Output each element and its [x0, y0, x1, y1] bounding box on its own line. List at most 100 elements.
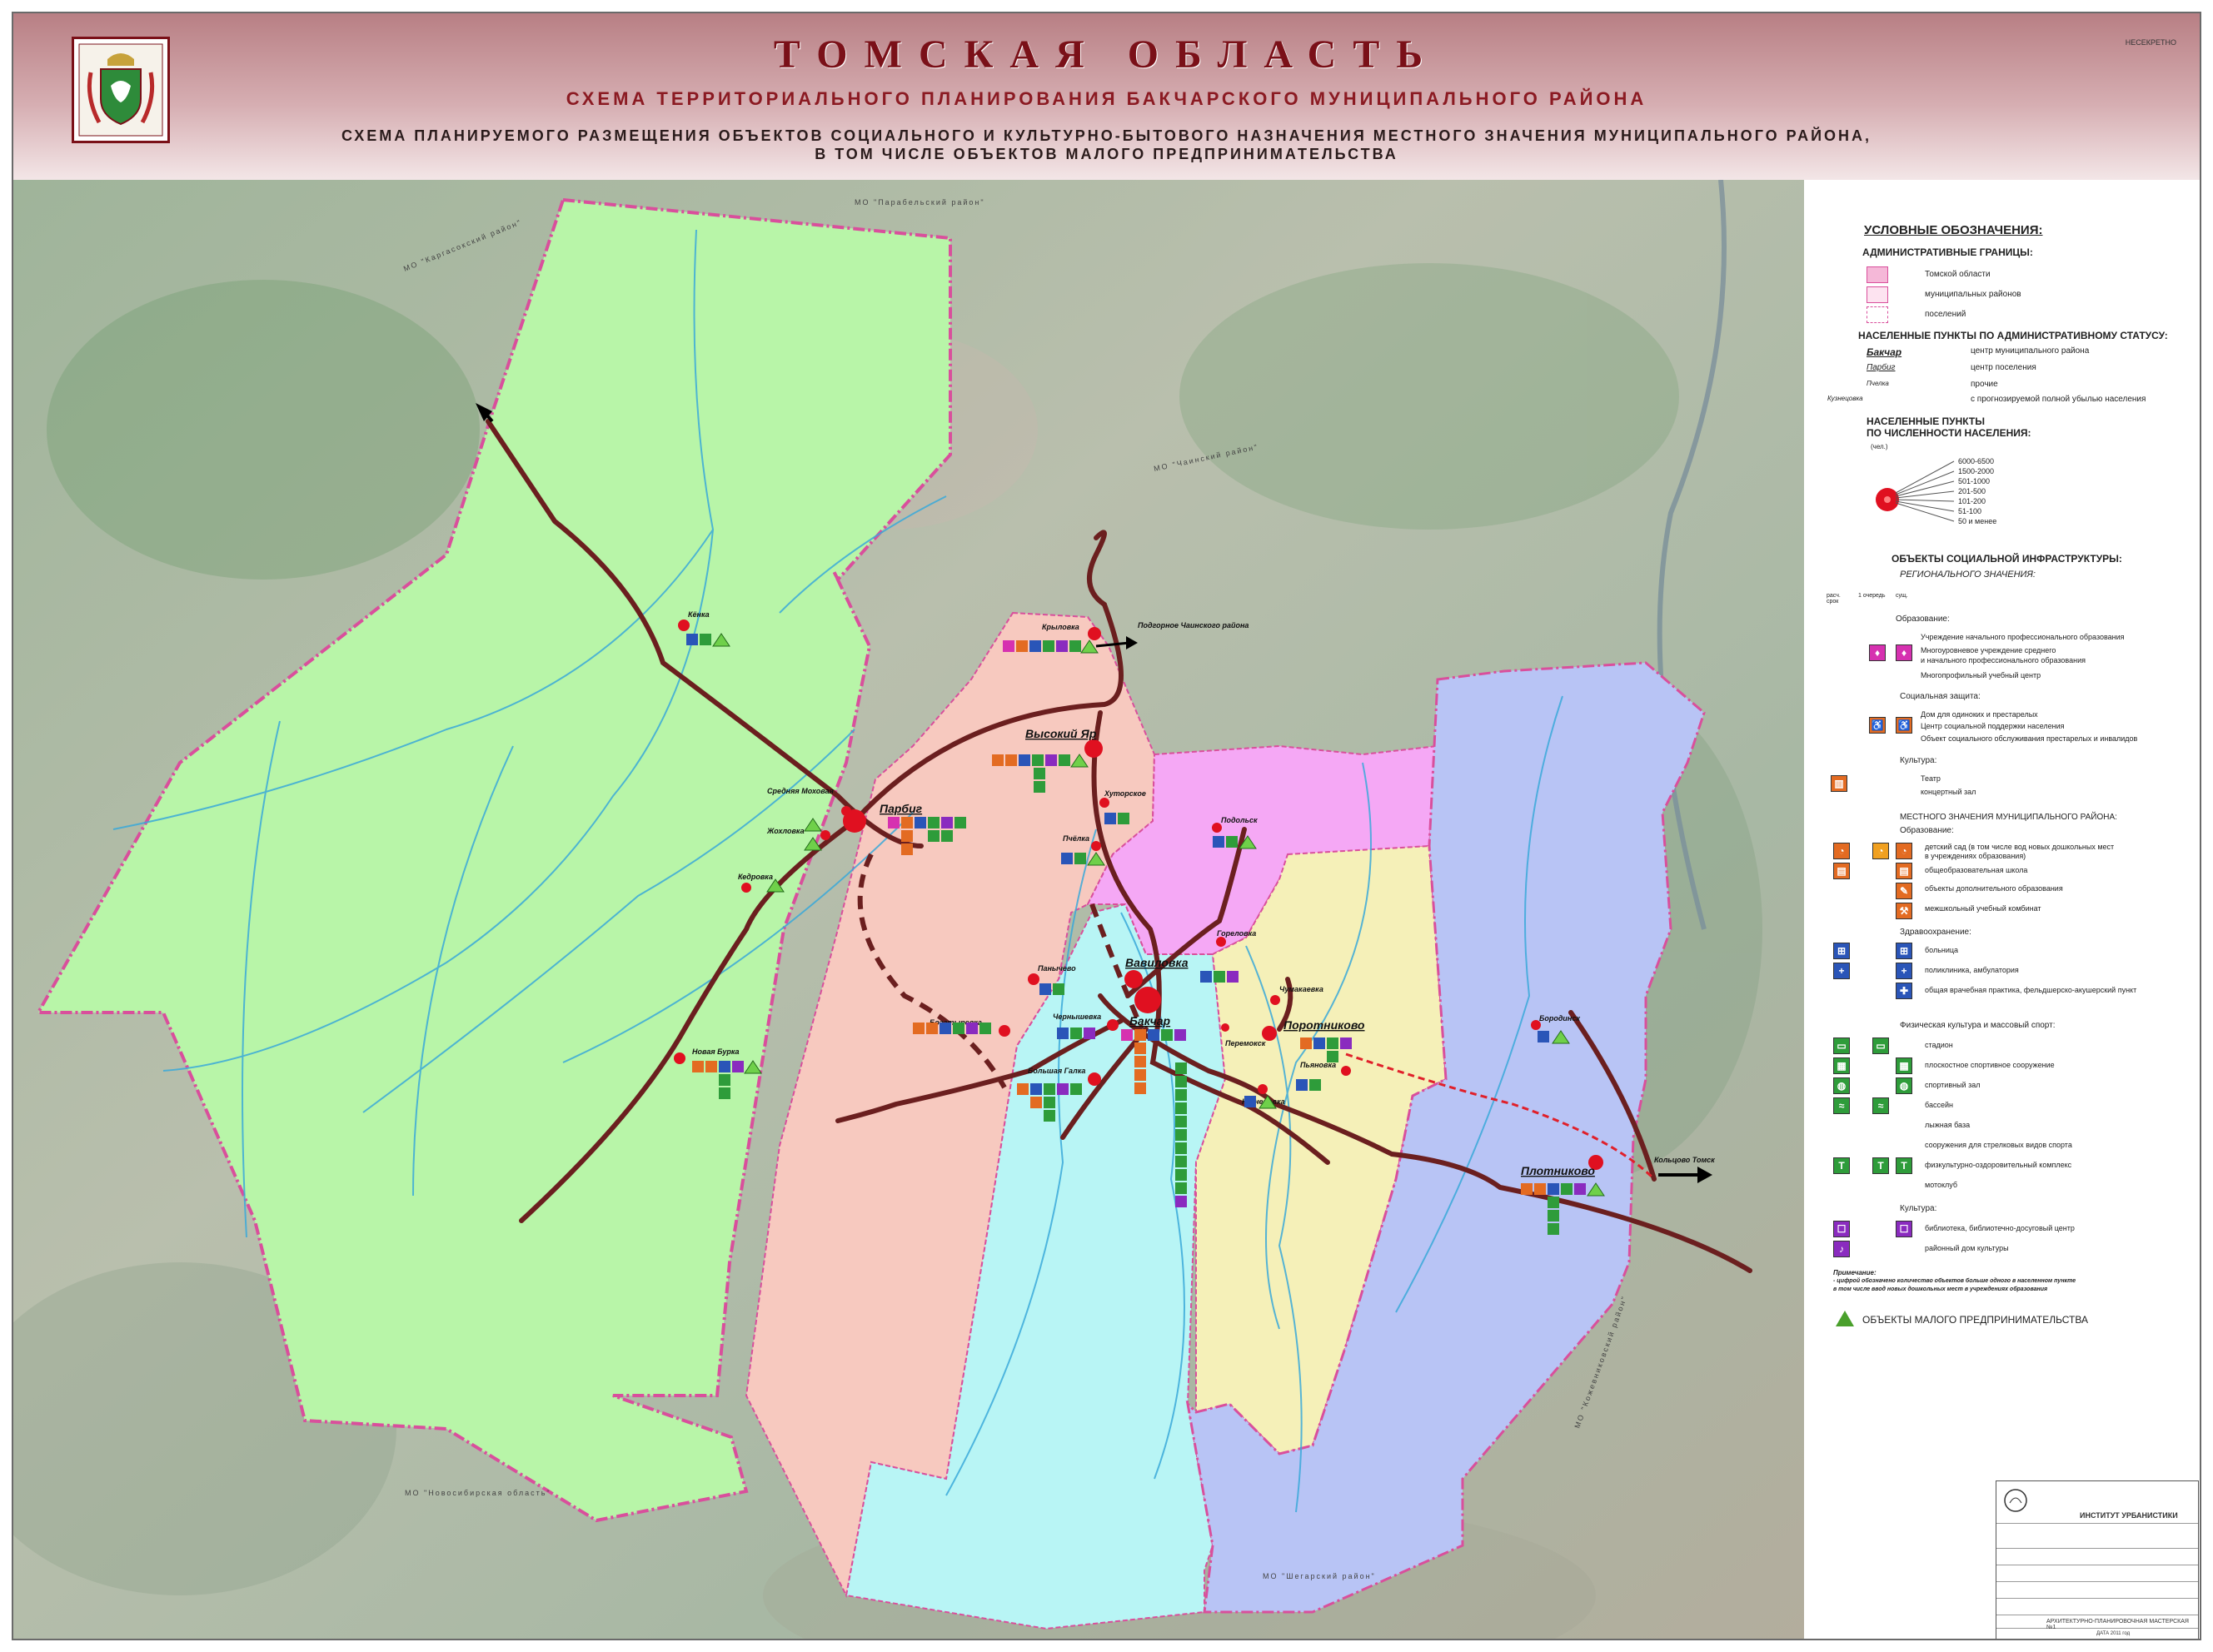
legend-icon-pool-first: ≈ [1872, 1097, 1889, 1114]
legend-ledu-2: общеобразовательная школа [1925, 866, 2028, 874]
legend-edu-2: и начального профессионального образован… [1921, 656, 2086, 664]
legend-ledu-3: объекты дополнительного образования [1925, 884, 2063, 893]
settlement-marker-bolshaya-galka [1088, 1072, 1101, 1086]
settlement-marker-pchelka [1091, 841, 1101, 851]
legend-lcult-0: библиотека, библиотечно-досуговый центр [1925, 1224, 2075, 1232]
legend-icon-training-plant: ⚒ [1896, 903, 1912, 919]
settlement-label-chumakaevka: Чумакаевка [1279, 985, 1323, 993]
legend-ledu-title: Образование: [1900, 826, 1954, 835]
legend-status-val-3: с прогнозируемой полной убылью населения [1971, 395, 2146, 404]
legend-icon-hospital: ⊞ [1833, 943, 1850, 959]
legend-pop-circles [1876, 460, 1955, 522]
legend-status-key-3: Кузнецовка [1827, 395, 1863, 402]
title-block: ИНСТИТУТ УРБАНИСТИКИ АРХИТЕКТУРНО-ПЛАНИР… [1996, 1480, 2199, 1639]
legend-health-2: общая врачебная практика, фельдшерско-ак… [1925, 986, 2137, 994]
legend-soc-title: Социальная защита: [1900, 692, 1981, 701]
settlement-label-krylovka: Крыловка [1042, 623, 1079, 631]
workshop-name: АРХИТЕКТУРНО-ПЛАНИРОВОЧНАЯ МАСТЕРСКАЯ №1 [2046, 1619, 2189, 1630]
legend-pop-1: 1500-2000 [1958, 467, 1995, 475]
settlement-marker-chumakaevka [1270, 995, 1280, 1005]
legend-icon-sports-hall-existing: ◍ [1896, 1077, 1912, 1094]
settlement-label-chernyshevka: Чернышевка [1053, 1013, 1101, 1021]
legend-pop-6: 50 и менее [1958, 517, 1997, 525]
settlement-label-novaya-burka: Новая Бурка [692, 1047, 740, 1056]
map-title: ТОМСКАЯ ОБЛАСТЬ [773, 32, 1440, 77]
settlement-label-plotnikovo: Плотниково [1521, 1164, 1595, 1177]
legend-status-key-2: Пчелка [1867, 380, 1889, 387]
legend-edu-1: Многоуровневое учреждение среднего [1921, 646, 2056, 654]
district-label-shegarsky: МО "Шегарский район" [1263, 1572, 1376, 1580]
legend-edu-3: Многопрофильный учебный центр [1921, 671, 2041, 679]
legend-swatch-settlement-border [1867, 306, 1888, 323]
legend-edu-title: Образование: [1896, 615, 1950, 624]
classification-stamp: НЕСЕКРЕТНО [2125, 38, 2176, 47]
settlement-marker-novaya-burka [674, 1052, 685, 1064]
legend-ledu-0: детский сад (в том числе вод новых дошко… [1925, 843, 2115, 851]
legend-icon-kindergarten: ◔ [1833, 843, 1850, 859]
legend-pop-leaders [1895, 460, 1955, 522]
settlement-marker-vysokiy-yar [1084, 739, 1103, 758]
legend-icon-pool: ≈ [1833, 1097, 1850, 1114]
settlement-marker-zhokhlovka [820, 830, 830, 840]
legend-icon-fitness: T [1833, 1157, 1850, 1174]
legend-sport-0: стадион [1925, 1041, 1953, 1049]
legend-admin-title: АДМИНИСТРАТИВНЫЕ ГРАНИЦЫ: [1862, 246, 2033, 258]
map-description: СХЕМА ПЛАНИРУЕМОГО РАЗМЕЩЕНИЯ ОБЪЕКТОВ С… [13, 127, 2200, 163]
legend-status-key-1: Парбиг [1867, 363, 1896, 372]
legend-icon-hospital-existing: ⊞ [1896, 943, 1912, 959]
legend-icon-edu-prof: ♦ [1869, 644, 1886, 661]
legend-cult-0: Театр [1921, 774, 1941, 783]
legend-icon-school: ▤ [1833, 863, 1850, 879]
legend-pop-4: 101-200 [1958, 497, 1986, 505]
legend-status-val-0: центр муниципального района [1971, 346, 2090, 356]
legend-status-val-1: центр поселения [1971, 363, 2036, 372]
institute-name: ИНСТИТУТ УРБАНИСТИКИ [2080, 1511, 2178, 1520]
legend-icon-kindergarten-existing: ◔ [1896, 843, 1912, 859]
legend-panel: УСЛОВНЫЕ ОБОЗНАЧЕНИЯ: АДМИНИСТРАТИВНЫЕ Г… [1804, 180, 2200, 1639]
settlement-marker-panychevo [1028, 973, 1039, 985]
legend-cult-1: концертный зал [1921, 788, 1976, 796]
institute-logo-icon [2004, 1489, 2027, 1512]
legend-pop-2: 501-1000 [1958, 477, 1991, 485]
settlement-label-khutorskoe: Хуторское [1104, 789, 1146, 798]
settlement-label-kenka: Кёнка [688, 610, 710, 619]
map-sheet: ТОМСКАЯ ОБЛАСТЬ СХЕМА ТЕРРИТОРИАЛЬНОГО П… [12, 12, 2201, 1640]
legend-icon-library-existing: ☐ [1896, 1221, 1912, 1237]
settlement-label-bakchar: Бакчар [1129, 1014, 1171, 1028]
legend-admin-region: Томской области [1925, 270, 1991, 279]
settlement-marker-kenka [678, 620, 690, 631]
legend-icon-fap: ✚ [1896, 983, 1912, 999]
date-label: ДАТА 2011 год [2096, 1631, 2131, 1636]
legend-status-key-0: Бакчар [1867, 346, 1902, 358]
settlement-label-zhokhlovka: Жохловка [766, 827, 805, 835]
legend-regional: РЕГИОНАЛЬНОГО ЗНАЧЕНИЯ: [1900, 570, 2036, 580]
legend-icon-sports-ground-existing: ▦ [1896, 1057, 1912, 1074]
settlement-marker-vavilovka [1124, 970, 1143, 988]
legend-icon-soc-home: ♿ [1869, 717, 1886, 734]
legend-edu-0: Учреждение начального профессионального … [1921, 633, 2125, 641]
legend-pop-circle-small [1884, 496, 1891, 503]
settlement-marker-krylovka [1088, 627, 1101, 640]
settlement-label-gorelovka: Гореловка [1217, 929, 1256, 938]
district-label-parabel: МО "Парабельский район" [855, 198, 985, 206]
map-subtitle: СХЕМА ТЕРРИТОРИАЛЬНОГО ПЛАНИРОВАНИЯ БАКЧ… [566, 88, 1647, 109]
settlement-marker-khutorskoe [1099, 798, 1109, 808]
legend-icon-sports-hall: ◍ [1833, 1077, 1850, 1094]
legend-soc-1: Центр социальной поддержки населения [1921, 722, 2065, 730]
legend-icon-fitness-existing: T [1896, 1157, 1912, 1174]
legend-swatch-region-border [1867, 266, 1888, 283]
legend-icon-edu-prof-existing: ♦ [1896, 644, 1912, 661]
legend-health-1: поликлиника, амбулатория [1925, 966, 2019, 974]
arrow-label-podgornoe: Подгорное Чаинского района [1138, 621, 1249, 629]
legend-note-title: Примечание: [1833, 1269, 1877, 1276]
legend-sport-5: сооружения для стрелковых видов спорта [1925, 1141, 2072, 1149]
settlement-label-kedrovka: Кедровка [738, 873, 773, 881]
legend-admin-settlement: поселений [1925, 310, 1966, 319]
legend-icon-extra-edu: ✎ [1896, 883, 1912, 899]
legend-sport-6: физкультурно-оздоровительный комплекс [1925, 1161, 2072, 1169]
legend-sport-7: мотоклуб [1925, 1181, 1958, 1189]
legend-icon-kindergarten-first: ◔ [1872, 843, 1889, 859]
legend-sport-title: Физическая культура и массовый спорт: [1900, 1021, 2056, 1030]
legend-icon-school-existing: ▤ [1896, 863, 1912, 879]
legend-pop-5: 51-100 [1958, 507, 1982, 515]
